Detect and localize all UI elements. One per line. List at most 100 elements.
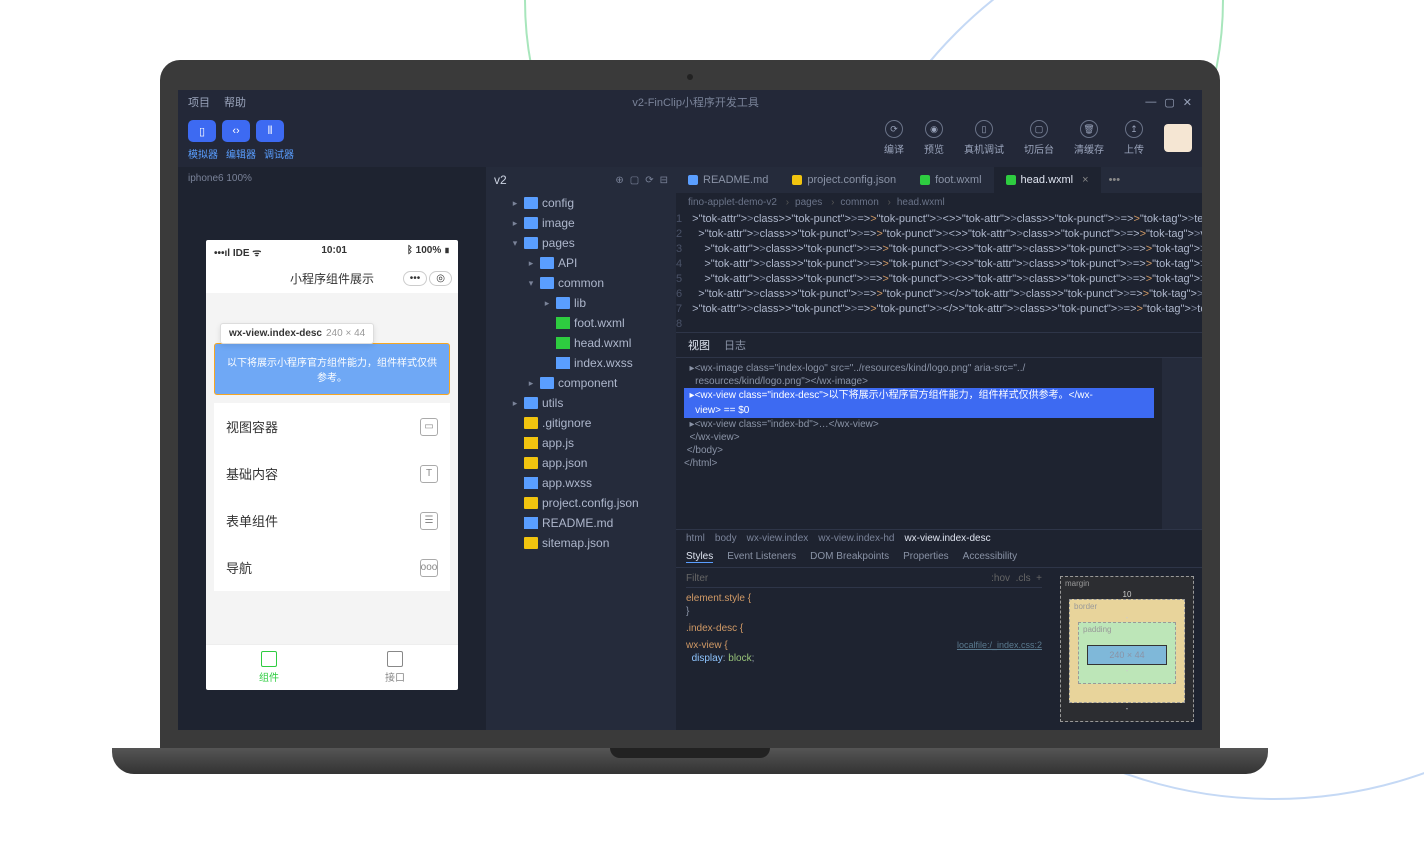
devtools-tab-elements[interactable]: 视图	[688, 337, 710, 353]
crumb[interactable]: head.wxml	[897, 197, 945, 208]
styles-subtab[interactable]: Styles	[686, 551, 713, 563]
nav-title: 小程序组件展示	[290, 270, 374, 287]
clear-cache-button[interactable]: 🗑清缓存	[1074, 120, 1104, 156]
capsule-close-icon[interactable]: ◎	[429, 271, 452, 286]
highlighted-element[interactable]: 以下将展示小程序官方组件能力，组件样式仅供参考。	[214, 343, 450, 395]
minimap	[1162, 358, 1202, 529]
list-item[interactable]: 基础内容T	[214, 450, 450, 497]
editor-tabs: README.mdproject.config.jsonfoot.wxmlhea…	[676, 167, 1202, 193]
list-item[interactable]: 视图容器▭	[214, 403, 450, 450]
editor-label: 编辑器	[226, 146, 256, 161]
menu-help[interactable]: 帮助	[224, 94, 246, 110]
new-folder-icon[interactable]: ▢	[630, 175, 639, 186]
tree-item[interactable]: ▸component	[486, 373, 676, 393]
tree-item[interactable]: head.wxml	[486, 333, 676, 353]
styles-subtab[interactable]: Accessibility	[963, 551, 1017, 563]
close-icon[interactable]: ✕	[1183, 96, 1192, 109]
background-button[interactable]: ▢切后台	[1024, 120, 1054, 156]
tree-item[interactable]: index.wxss	[486, 353, 676, 373]
list-item[interactable]: 表单组件☰	[214, 497, 450, 544]
crumb[interactable]: html	[686, 533, 705, 544]
tree-item[interactable]: app.js	[486, 433, 676, 453]
menubar: 项目 帮助 v2-FinClip小程序开发工具 — ▢ ✕	[178, 90, 1202, 114]
tree-item[interactable]: ▾pages	[486, 233, 676, 253]
editor-tab[interactable]: head.wxml×	[994, 167, 1101, 193]
tree-item[interactable]: ▸utils	[486, 393, 676, 413]
tab-api[interactable]: 接口	[332, 645, 458, 690]
editor-tab[interactable]: README.md	[676, 167, 780, 193]
tree-item[interactable]: app.wxss	[486, 473, 676, 493]
debugger-label: 调试器	[264, 146, 294, 161]
filter-input[interactable]: Filter	[686, 572, 708, 585]
crumb[interactable]: common	[840, 197, 890, 208]
crumb[interactable]: wx-view.index-desc	[904, 533, 990, 544]
code-editor[interactable]: 12345678 >"tok-attr">>class>>"tok-punct"…	[676, 212, 1202, 332]
editor-toggle[interactable]: ‹›	[222, 120, 250, 142]
crumb[interactable]: wx-view.index-hd	[818, 533, 894, 544]
maximize-icon[interactable]: ▢	[1164, 96, 1174, 109]
phone-preview: •••ıl IDE ᯤ 10:01 ᛒ 100% ▮ 小程序组件展示 ••• ◎…	[206, 240, 458, 690]
inspector-tooltip: wx-view.index-desc240 × 44	[220, 323, 374, 344]
tree-item[interactable]: .gitignore	[486, 413, 676, 433]
editor-tab[interactable]: foot.wxml	[908, 167, 993, 193]
compile-button[interactable]: ⟳编译	[884, 120, 904, 156]
elements-panel[interactable]: ▸<wx-image class="index-logo" src="../re…	[676, 358, 1162, 529]
phone-statusbar: •••ıl IDE ᯤ 10:01 ᛒ 100% ▮	[206, 240, 458, 264]
styles-panel[interactable]: Filter :hov .cls + element.style {}.inde…	[676, 568, 1052, 730]
simulator-pane: iphone6 100% •••ıl IDE ᯤ 10:01 ᛒ 100% ▮ …	[178, 167, 486, 730]
styles-subtab[interactable]: DOM Breakpoints	[810, 551, 889, 563]
upload-button[interactable]: ↥上传	[1124, 120, 1144, 156]
device-info[interactable]: iphone6 100%	[178, 167, 486, 190]
toolbar: ▯ ‹› ⫴ 模拟器 编辑器 调试器 ⟳编译 ◉预览 ▯真机调试 ▢切后台 🗑清…	[178, 114, 1202, 167]
styles-subtab[interactable]: Properties	[903, 551, 949, 563]
ide-window: 项目 帮助 v2-FinClip小程序开发工具 — ▢ ✕ ▯ ‹› ⫴ 模拟器…	[178, 90, 1202, 730]
preview-button[interactable]: ◉预览	[924, 120, 944, 156]
editor-tab[interactable]: project.config.json	[780, 167, 908, 193]
breadcrumb: fino-applet-demo-v2 pages common head.wxml	[676, 193, 1202, 212]
devtools-tab-console[interactable]: 日志	[724, 337, 746, 353]
menu-project[interactable]: 项目	[188, 94, 210, 110]
laptop-frame: 项目 帮助 v2-FinClip小程序开发工具 — ▢ ✕ ▯ ‹› ⫴ 模拟器…	[160, 60, 1220, 774]
simulator-toggle[interactable]: ▯	[188, 120, 216, 142]
crumb[interactable]: fino-applet-demo-v2	[688, 197, 789, 208]
tree-item[interactable]: README.md	[486, 513, 676, 533]
simulator-label: 模拟器	[188, 146, 218, 161]
phone-tabbar: 组件 接口	[206, 644, 458, 690]
tree-item[interactable]: foot.wxml	[486, 313, 676, 333]
styles-tabs: Styles Event Listeners DOM Breakpoints Prop…	[676, 547, 1202, 568]
tab-component[interactable]: 组件	[206, 645, 332, 690]
file-explorer: v2 ⊕ ▢ ⟳ ⊟ ▸config▸image▾pages▸API▾commo…	[486, 167, 676, 730]
box-model: margin10 border- padding- 240 × 44 - - -	[1052, 568, 1202, 730]
crumb[interactable]: body	[715, 533, 737, 544]
tree-item[interactable]: ▸image	[486, 213, 676, 233]
avatar[interactable]	[1164, 124, 1192, 152]
camera-icon	[687, 74, 693, 80]
tree-item[interactable]: ▸API	[486, 253, 676, 273]
tree-item[interactable]: app.json	[486, 453, 676, 473]
capsule-menu-icon[interactable]: •••	[403, 271, 428, 286]
tree-item[interactable]: sitemap.json	[486, 533, 676, 553]
tree-item[interactable]: ▾common	[486, 273, 676, 293]
tree-item[interactable]: project.config.json	[486, 493, 676, 513]
hov-toggle[interactable]: :hov	[991, 573, 1010, 584]
tree-item[interactable]: ▸config	[486, 193, 676, 213]
crumb[interactable]: wx-view.index	[747, 533, 809, 544]
debugger-toggle[interactable]: ⫴	[256, 120, 284, 142]
box-content: 240 × 44	[1087, 645, 1167, 665]
cls-toggle[interactable]: .cls	[1016, 573, 1031, 584]
tree-item[interactable]: ▸lib	[486, 293, 676, 313]
minimize-icon[interactable]: —	[1145, 96, 1156, 109]
project-root[interactable]: v2	[494, 173, 507, 187]
devtools: 视图 日志 ▸<wx-image class="index-logo" src=…	[676, 332, 1202, 730]
refresh-icon[interactable]: ⟳	[645, 175, 653, 186]
new-file-icon[interactable]: ⊕	[615, 175, 623, 186]
status-time: 10:01	[321, 245, 347, 259]
styles-subtab[interactable]: Event Listeners	[727, 551, 796, 563]
remote-debug-button[interactable]: ▯真机调试	[964, 120, 1004, 156]
crumb[interactable]: pages	[795, 197, 834, 208]
tabs-more-icon[interactable]: •••	[1101, 167, 1129, 193]
list-item[interactable]: 导航ooo	[214, 544, 450, 591]
phone-navbar: 小程序组件展示 ••• ◎	[206, 264, 458, 293]
add-rule-icon[interactable]: +	[1036, 573, 1042, 584]
collapse-icon[interactable]: ⊟	[660, 175, 668, 186]
